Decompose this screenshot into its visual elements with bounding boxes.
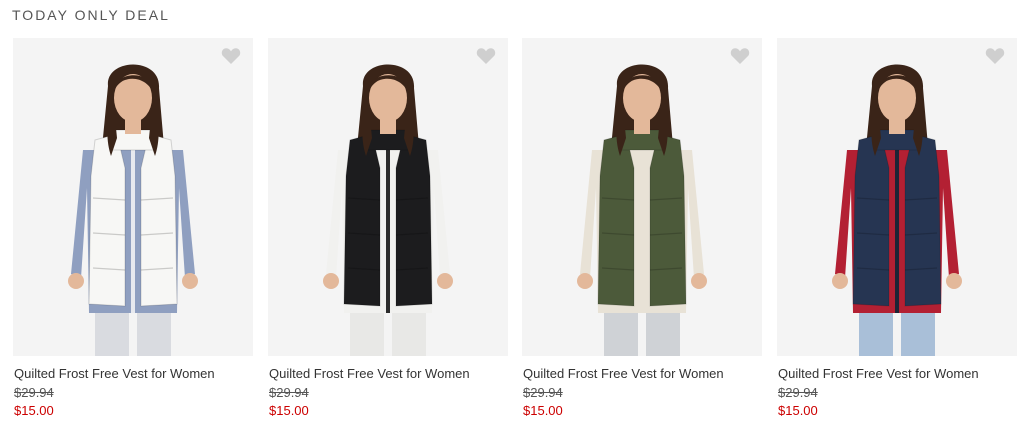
sale-price: $15.00 — [523, 403, 563, 418]
model-photo — [832, 64, 962, 356]
model-photo — [577, 64, 707, 356]
product-card[interactable]: Quilted Frost Free Vest for Women $29.94… — [522, 38, 762, 418]
heart-icon[interactable] — [730, 47, 750, 65]
sale-price: $15.00 — [778, 403, 818, 418]
heart-icon[interactable] — [476, 47, 496, 65]
original-price: $29.94 — [778, 385, 818, 400]
original-price: $29.94 — [14, 385, 54, 400]
product-image[interactable] — [268, 38, 508, 356]
original-price: $29.94 — [269, 385, 309, 400]
heart-icon[interactable] — [221, 47, 241, 65]
section-title: TODAY ONLY DEAL — [12, 7, 170, 23]
product-card[interactable]: Quilted Frost Free Vest for Women $29.94… — [268, 38, 508, 418]
model-photo — [323, 64, 453, 356]
original-price: $29.94 — [523, 385, 563, 400]
product-name[interactable]: Quilted Frost Free Vest for Women — [269, 366, 470, 381]
sale-price: $15.00 — [269, 403, 309, 418]
product-image[interactable] — [13, 38, 253, 356]
product-card[interactable]: Quilted Frost Free Vest for Women $29.94… — [777, 38, 1017, 418]
heart-icon[interactable] — [985, 47, 1005, 65]
product-image[interactable] — [777, 38, 1017, 356]
product-name[interactable]: Quilted Frost Free Vest for Women — [523, 366, 724, 381]
product-grid: Quilted Frost Free Vest for Women $29.94… — [0, 38, 1024, 426]
product-name[interactable]: Quilted Frost Free Vest for Women — [778, 366, 979, 381]
product-card[interactable]: Quilted Frost Free Vest for Women $29.94… — [13, 38, 253, 418]
product-name[interactable]: Quilted Frost Free Vest for Women — [14, 366, 215, 381]
model-photo — [68, 64, 198, 356]
sale-price: $15.00 — [14, 403, 54, 418]
product-image[interactable] — [522, 38, 762, 356]
